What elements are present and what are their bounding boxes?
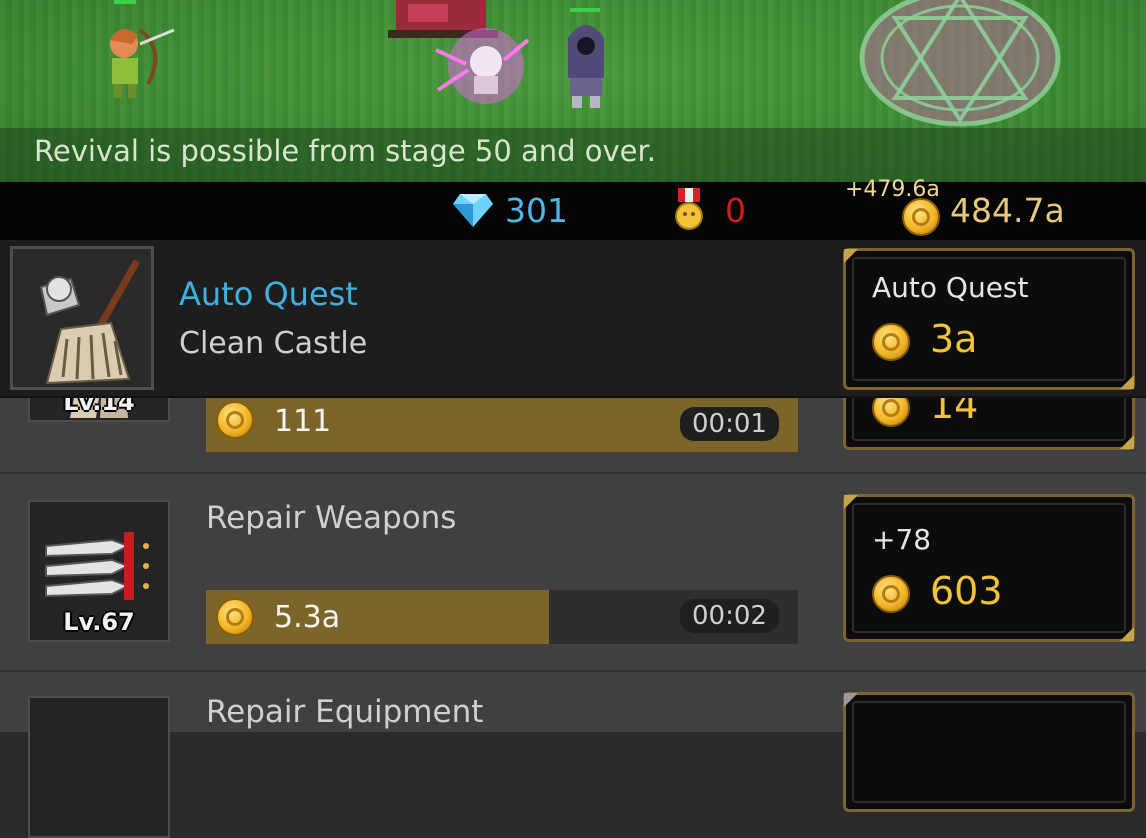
- quest-row[interactable]: Repair Equipment: [0, 670, 1146, 838]
- auto-quest-button[interactable]: Auto Quest 3a: [843, 248, 1135, 390]
- quest-progress-fill: [206, 590, 550, 644]
- swords-icon: Lv.67: [28, 500, 170, 642]
- quest-timer: 00:01: [680, 407, 779, 441]
- summoning-circle: [859, 0, 1061, 127]
- broom-icon: [10, 246, 154, 390]
- upgrade-cost: 603: [930, 569, 1003, 613]
- reaper-hero-sprite: [568, 8, 604, 108]
- revival-message: Revival is possible from stage 50 and ov…: [34, 134, 656, 168]
- magic-skeleton-sprite: [435, 28, 530, 104]
- medal-icon: [675, 188, 703, 230]
- quest-name: Repair Weapons: [206, 500, 457, 536]
- auto-quest-button-label: Auto Quest: [872, 271, 1029, 304]
- gold-income-delta: +479.6a: [845, 177, 940, 202]
- diamond-icon: [453, 194, 493, 227]
- medal-count: 0: [725, 191, 746, 230]
- gold-count: 484.7a: [950, 191, 1065, 230]
- gold-coin-icon: [902, 198, 940, 236]
- upgrade-bonus: +78: [872, 523, 932, 556]
- auto-quest-title: Auto Quest: [179, 275, 358, 313]
- quest-level: Lv.67: [63, 608, 135, 636]
- upgrade-button[interactable]: [843, 692, 1135, 812]
- auto-quest-cost: 3a: [930, 317, 978, 361]
- quest-row[interactable]: Lv.67 Repair Weapons 5.3a 00:02 +78 603: [0, 472, 1146, 670]
- quest-reward: 5.3a: [274, 600, 341, 635]
- gold-coin-icon: [872, 575, 910, 613]
- equipment-icon: [28, 696, 170, 838]
- gold-coin-icon: [216, 598, 254, 636]
- upgrade-button[interactable]: +78 603: [843, 494, 1135, 642]
- quest-timer: 00:02: [680, 599, 779, 633]
- gold-coin-icon: [216, 401, 254, 439]
- auto-quest-subtitle: Clean Castle: [179, 326, 368, 361]
- gold-coin-icon: [872, 323, 910, 361]
- archer-hero-sprite: [110, 0, 175, 98]
- quest-name: Repair Equipment: [206, 694, 484, 730]
- quest-reward: 111: [274, 404, 332, 439]
- gem-count: 301: [505, 191, 568, 230]
